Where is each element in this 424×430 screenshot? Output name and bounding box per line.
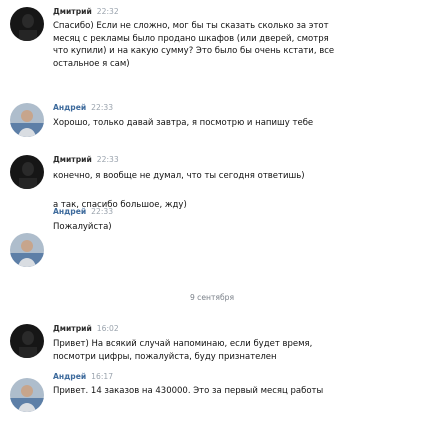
dark-avatar[interactable]: [10, 7, 44, 41]
author-name[interactable]: Андрей 16:17: [53, 372, 113, 381]
author-name[interactable]: Дмитрий 16:02: [53, 324, 119, 333]
message-time: 22:33: [96, 155, 119, 164]
chat-history: Дмитрий 22:32 Спасибо) Если не сложно, мо…: [0, 0, 424, 430]
author-name[interactable]: Андрей 22:33: [53, 103, 113, 112]
author-name[interactable]: Андрей 22:33: [53, 207, 113, 216]
photo-avatar[interactable]: [10, 233, 44, 267]
message-time: 16:02: [96, 324, 119, 333]
message-time: 22:33: [91, 207, 114, 216]
author-name[interactable]: Дмитрий 22:32: [53, 7, 119, 16]
message-text: Пожалуйста): [53, 222, 112, 232]
message-time: 22:32: [96, 7, 119, 16]
date-separator: 9 сентября: [189, 293, 235, 302]
message-time: 22:33: [91, 103, 114, 112]
author-name[interactable]: Дмитрий 22:33: [53, 155, 119, 164]
photo-avatar[interactable]: [10, 378, 44, 412]
message-text: конечно, я вообще не думал, что ты сегод…: [53, 171, 305, 181]
message-text: Спасибо) Если не сложно, мог бы ты сказа…: [53, 21, 335, 69]
message-time: 16:17: [91, 372, 114, 381]
dark-avatar[interactable]: [10, 324, 44, 358]
message-text: Привет) На всякий случай напоминаю, если…: [53, 339, 313, 362]
dark-avatar[interactable]: [10, 155, 44, 189]
message-text: Хорошо, только давай завтра, я посмотрю …: [53, 118, 314, 128]
photo-avatar[interactable]: [10, 103, 44, 137]
message-text: Привет. 14 заказов на 430000. Это за пер…: [53, 386, 324, 396]
